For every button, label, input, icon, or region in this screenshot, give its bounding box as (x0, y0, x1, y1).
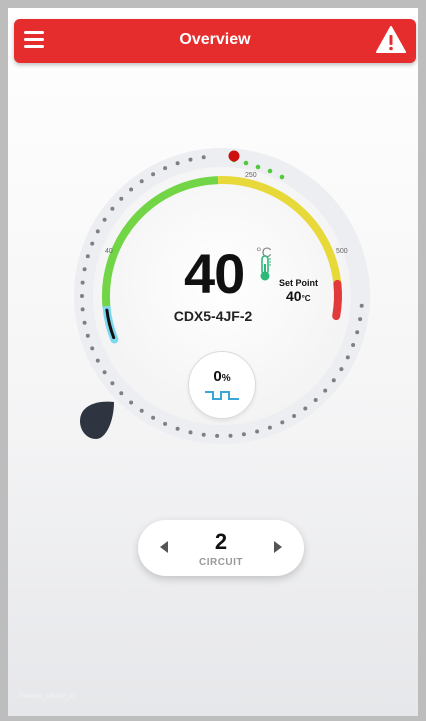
tick-dot (90, 241, 95, 246)
scale-label-max: 500 (336, 248, 348, 255)
tick-dot (82, 267, 87, 272)
setpoint-indicator (228, 150, 240, 162)
tick-dot (95, 358, 100, 363)
setpoint-label: Set Point (279, 278, 319, 288)
tick-dot (351, 343, 356, 347)
build-label: Thermon_180402_01 (18, 694, 76, 700)
tick-dot (345, 355, 350, 360)
current-temperature: 40 (184, 242, 245, 305)
tick-dot (139, 179, 144, 184)
output-percent: 0% (213, 368, 231, 385)
circuit-label: CIRCUIT (198, 557, 244, 568)
tick-dot (303, 406, 308, 411)
tick-dot (188, 157, 193, 162)
tick-dot (85, 333, 90, 338)
tick-dot (215, 433, 220, 438)
tick-dot (151, 415, 156, 420)
tick-dot (119, 196, 124, 201)
tick-dot (102, 217, 107, 222)
app-screen: Overview 40 250 500 40 °C Set Point 40°C… (8, 8, 418, 716)
tick-dot (139, 408, 144, 413)
tick-dot (129, 187, 134, 192)
circuit-selector: 2 CIRCUIT (138, 520, 304, 576)
tick-dot (80, 294, 84, 298)
output-indicator[interactable]: 0% (188, 351, 256, 419)
tick-dot (241, 432, 246, 437)
tick-dot (339, 367, 344, 372)
tick-dot (175, 426, 180, 431)
next-circuit-button[interactable] (274, 541, 282, 553)
tick-dot (110, 381, 115, 386)
setpoint-value: 40°C (286, 288, 311, 304)
setpoint-track-dot (279, 174, 285, 180)
tick-dot (85, 254, 90, 259)
scale-label-mid: 250 (245, 172, 257, 179)
tick-dot (188, 430, 193, 435)
pulse-waveform-icon (205, 391, 239, 400)
tick-dot (95, 229, 100, 234)
tick-dot (163, 166, 168, 171)
tick-dot (255, 429, 260, 434)
tick-dot (110, 206, 115, 211)
device-model: CDX5-4JF-2 (173, 308, 253, 324)
tick-dot (151, 172, 156, 177)
tick-dot (102, 370, 107, 375)
tick-dot (280, 420, 285, 425)
dial-drag-handle[interactable] (80, 401, 114, 439)
tick-dot (129, 400, 134, 405)
tick-dot (119, 391, 124, 396)
tick-dot (228, 433, 233, 438)
tick-dot (323, 388, 328, 393)
tick-dot (80, 280, 85, 285)
scale-label-min: 40 (105, 248, 113, 255)
tick-dot (331, 378, 336, 383)
tick-dot (313, 398, 318, 402)
thermometer-icon (260, 255, 271, 281)
tick-dot (90, 346, 95, 351)
setpoint-track-dot (255, 164, 261, 170)
tick-dot (355, 330, 360, 335)
tick-dot (267, 425, 272, 430)
tick-dot (292, 414, 297, 418)
setpoint-track-dot (243, 160, 249, 166)
tick-dot (175, 161, 180, 166)
tick-dot (163, 421, 168, 426)
tick-dot (201, 155, 206, 160)
tick-dot (201, 432, 206, 437)
setpoint-track-dot (267, 168, 273, 174)
